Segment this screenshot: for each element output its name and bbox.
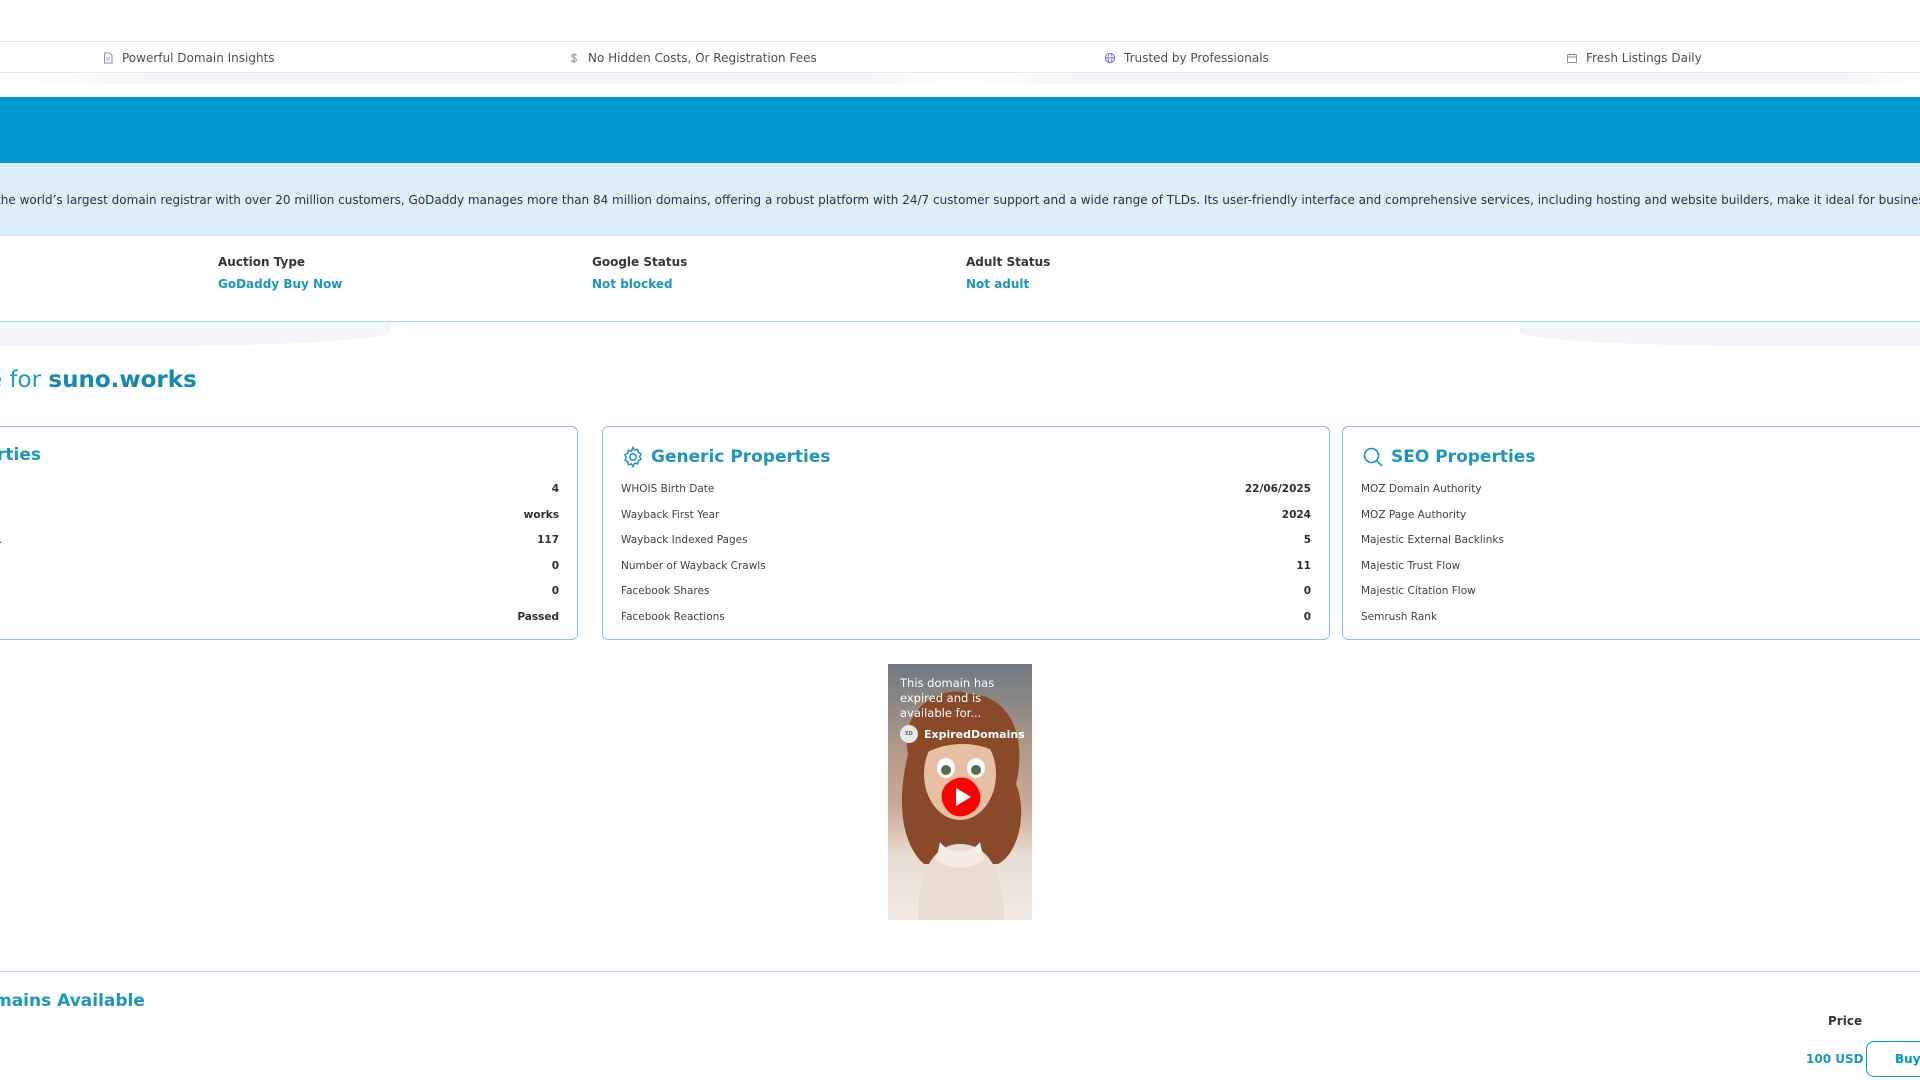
property-label: .	[0, 534, 2, 546]
domains-available-title: mains Available	[0, 991, 145, 1011]
registrar-description: s the world’s largest domain registrar w…	[0, 193, 1920, 207]
section-title-prefix: e for	[0, 367, 42, 393]
property-row: WHOIS Birth Date 22/06/2025	[621, 481, 1311, 497]
search-icon	[1363, 447, 1383, 467]
gear-icon	[624, 445, 642, 469]
card-title: Generic Properties	[621, 445, 831, 469]
document-icon	[104, 52, 113, 64]
status-label: Auction Type	[218, 255, 306, 269]
dollar-icon	[570, 53, 577, 63]
decorative-wave	[0, 322, 390, 346]
play-icon[interactable]	[936, 772, 986, 822]
status-google: Google Status Not blocked	[592, 255, 687, 291]
property-value: 0	[1303, 611, 1311, 623]
channel-avatar: ED	[900, 725, 918, 743]
calendar-icon	[1567, 53, 1577, 63]
feature-label: Fresh Listings Daily	[1586, 51, 1702, 65]
buy-button[interactable]: Buy	[1866, 1041, 1920, 1077]
property-row: 0	[0, 583, 559, 599]
video-channel[interactable]: ED ExpiredDomains	[900, 725, 1025, 743]
price-column-header: Price	[1828, 1014, 1863, 1028]
property-label: Semrush Rank	[1361, 611, 1438, 623]
property-row: Number of Wayback Crawls 11	[621, 558, 1311, 574]
feature-label: Powerful Domain Insights	[122, 51, 275, 65]
card-title-text: SEO Properties	[1391, 447, 1536, 467]
status-value: GoDaddy Buy Now	[218, 277, 343, 291]
card-title: SEO Properties	[1361, 445, 1535, 469]
property-value: 117	[537, 534, 559, 546]
property-label: Majestic Citation Flow	[1361, 585, 1476, 597]
property-value: Passed	[517, 611, 559, 623]
property-row: MOZ Domain Authority	[1361, 481, 1920, 497]
video-caption: This domain has expired and is available…	[900, 676, 995, 720]
property-value: 11	[1296, 560, 1311, 572]
feature-no-hidden-costs: No Hidden Costs, Or Registration Fees	[568, 42, 817, 74]
property-label: WHOIS Birth Date	[621, 483, 715, 495]
status-value: Not blocked	[592, 277, 673, 291]
property-row: Facebook Shares 0	[621, 583, 1311, 599]
property-row: Majestic Trust Flow	[1361, 558, 1920, 574]
channel-badge: ED	[905, 731, 913, 737]
property-label: Facebook Reactions	[621, 611, 725, 623]
property-label: Wayback First Year	[621, 509, 720, 521]
feature-trusted: Trusted by Professionals	[1104, 42, 1269, 74]
property-label: Majestic External Backlinks	[1361, 534, 1504, 546]
price-value: 100 USD	[1806, 1052, 1864, 1066]
features-bar: Powerful Domain Insights No Hidden Costs…	[0, 41, 1920, 73]
registrar-description-strip: s the world’s largest domain registrar w…	[0, 163, 1920, 236]
globe-icon	[1104, 52, 1116, 64]
property-row: Facebook Reactions 0	[621, 609, 1311, 625]
property-label: MOZ Domain Authority	[1361, 483, 1482, 495]
property-label: Number of Wayback Crawls	[621, 560, 766, 572]
status-label: Adult Status	[966, 255, 1051, 269]
video-embed[interactable]: This domain has expired and is available…	[888, 664, 1032, 920]
features-bar-shadow	[0, 74, 1920, 84]
property-row: Wayback First Year 2024	[621, 507, 1311, 523]
status-auction-type: Auction Type GoDaddy Buy Now	[218, 255, 342, 291]
property-label: Majestic Trust Flow	[1361, 560, 1461, 572]
property-value: 5	[1303, 534, 1311, 546]
registrar-banner	[0, 97, 1920, 163]
property-label: Wayback Indexed Pages	[621, 534, 748, 546]
property-row: Majestic Citation Flow	[1361, 583, 1920, 599]
property-value: 0	[551, 560, 559, 572]
feature-fresh-listings: Fresh Listings Daily	[1566, 42, 1702, 74]
feature-domain-insights: Powerful Domain Insights	[102, 42, 275, 74]
property-value: 4	[551, 483, 559, 495]
property-row: Majestic External Backlinks	[1361, 532, 1920, 548]
card-title: rties	[0, 445, 41, 465]
seo-properties-card: SEO Properties MOZ Domain Authority MOZ …	[1342, 426, 1920, 640]
property-row: Semrush Rank	[1361, 609, 1920, 625]
property-row: . 117	[0, 532, 559, 548]
properties-card-left: rties 4 works . 117 0 0 Passed	[0, 426, 578, 640]
section-title: e for suno.works	[0, 367, 197, 393]
decorative-wave	[1520, 322, 1920, 346]
property-row: Wayback Indexed Pages 5	[621, 532, 1311, 548]
status-adult: Adult Status Not adult	[966, 255, 1050, 291]
property-value: 0	[1303, 585, 1311, 597]
property-value: 2024	[1281, 509, 1311, 521]
property-value: 22/06/2025	[1244, 483, 1311, 495]
feature-label: Trusted by Professionals	[1124, 51, 1269, 65]
property-label: MOZ Page Authority	[1361, 509, 1467, 521]
property-row: MOZ Page Authority	[1361, 507, 1920, 523]
channel-name: ExpiredDomains	[924, 727, 1025, 741]
property-row: 4	[0, 481, 559, 497]
feature-label: No Hidden Costs, Or Registration Fees	[588, 51, 817, 65]
status-label: Google Status	[592, 255, 688, 269]
section-divider	[0, 971, 1920, 972]
section-title-domain: suno.works	[48, 367, 197, 393]
property-row: works	[0, 507, 559, 523]
property-value: 0	[551, 585, 559, 597]
property-label: Facebook Shares	[621, 585, 710, 597]
property-value: works	[523, 509, 559, 521]
status-value: Not adult	[966, 277, 1030, 291]
generic-properties-card: Generic Properties WHOIS Birth Date 22/06…	[602, 426, 1330, 640]
property-row: Passed	[0, 609, 559, 625]
property-row: 0	[0, 558, 559, 574]
card-title-text: Generic Properties	[651, 447, 831, 467]
